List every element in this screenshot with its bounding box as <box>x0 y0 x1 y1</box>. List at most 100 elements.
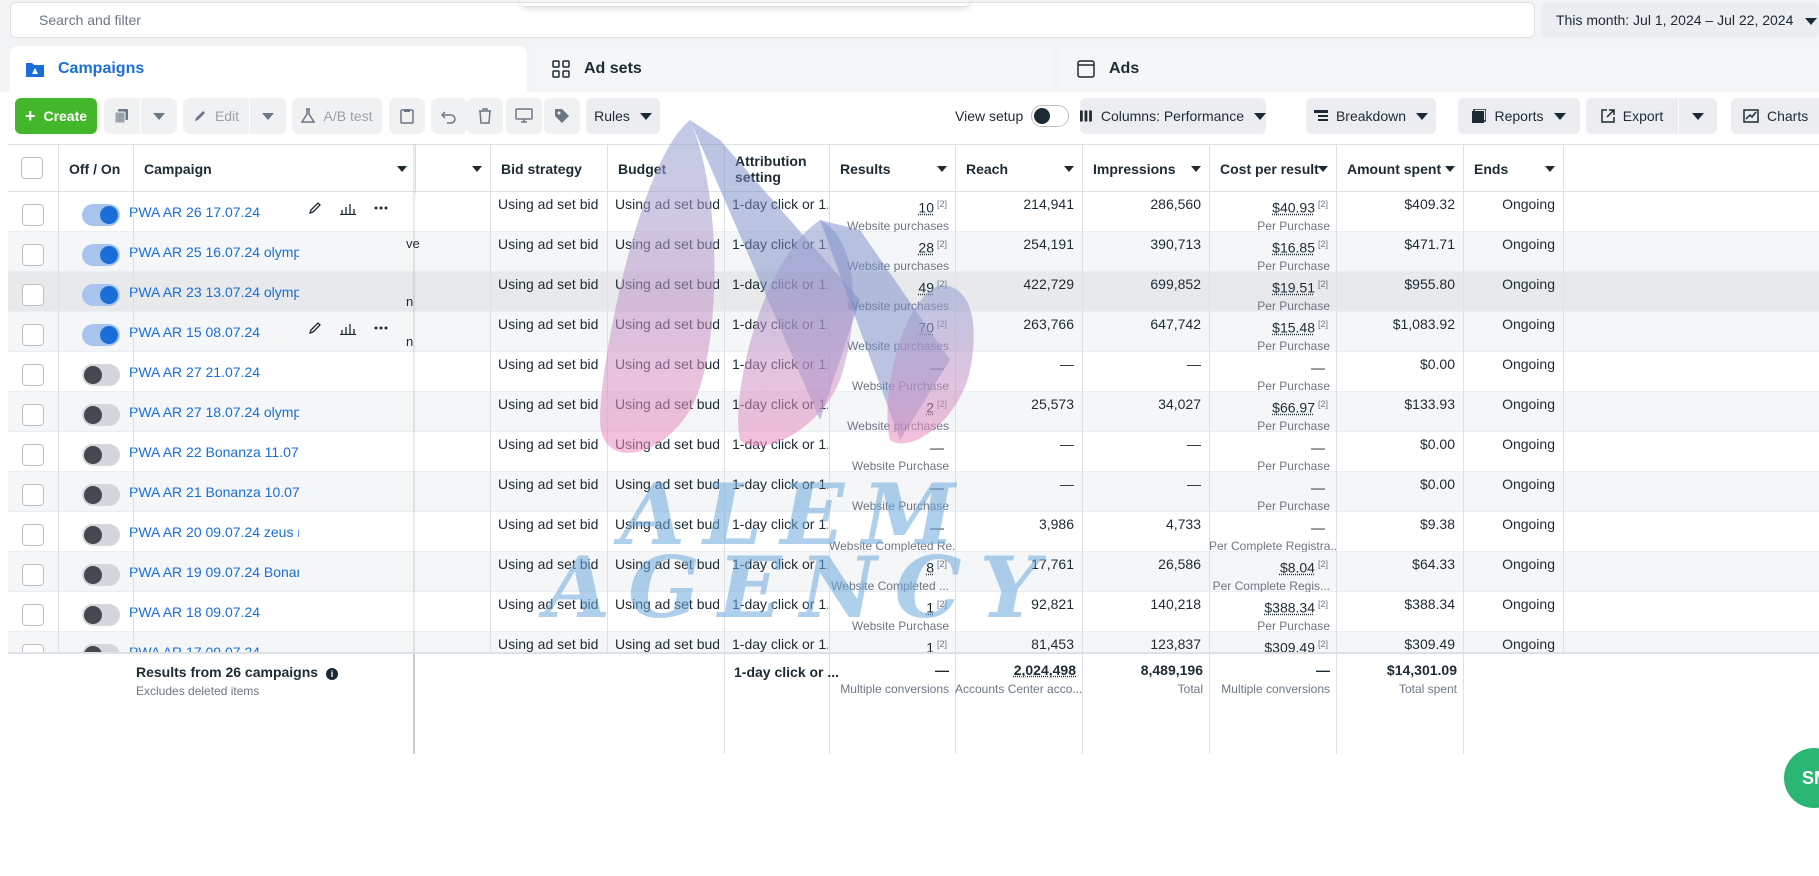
rules-button[interactable]: Rules <box>586 98 660 134</box>
row-checkbox[interactable] <box>22 484 44 506</box>
campaign-name-link[interactable]: PWA AR 22 Bonanza 11.07.24 <box>129 432 299 472</box>
charts-button[interactable]: Charts <box>1731 98 1819 134</box>
header-results[interactable]: Results <box>829 145 955 193</box>
more-icon[interactable] <box>374 201 388 215</box>
header-attribution[interactable]: Attribution setting <box>724 145 829 193</box>
bar-chart-icon[interactable] <box>340 201 356 215</box>
table-row[interactable]: PWA AR 21 Bonanza 10.07.24Using ad set b… <box>8 472 1819 512</box>
campaign-name-link[interactable]: PWA AR 20 09.07.24 zeus reg <box>129 512 299 552</box>
campaign-name-link[interactable]: PWA AR 21 Bonanza 10.07.24 <box>129 472 299 512</box>
campaign-toggle[interactable] <box>82 404 120 426</box>
table-row[interactable]: PWA AR 15 08.07.24nUsing ad set bid ...U… <box>8 312 1819 352</box>
results-number[interactable]: — <box>930 480 944 496</box>
row-checkbox[interactable] <box>22 364 44 386</box>
results-number[interactable]: 70 <box>918 320 934 336</box>
row-checkbox[interactable] <box>22 444 44 466</box>
reports-button[interactable]: Reports <box>1458 98 1580 134</box>
share-button[interactable] <box>506 98 542 134</box>
campaign-toggle[interactable] <box>82 204 120 226</box>
pencil-icon[interactable] <box>308 321 322 335</box>
results-number[interactable]: 1 <box>926 600 934 616</box>
header-hidden-column[interactable] <box>415 145 490 193</box>
campaign-toggle[interactable] <box>82 564 120 586</box>
edit-button[interactable]: Edit <box>183 98 249 134</box>
results-number[interactable]: 28 <box>918 240 934 256</box>
campaign-name-link[interactable]: PWA AR 15 08.07.24 <box>129 312 299 352</box>
clipboard-button[interactable] <box>389 98 425 134</box>
campaign-toggle[interactable] <box>82 444 120 466</box>
campaign-toggle[interactable] <box>82 324 120 346</box>
edit-menu-button[interactable] <box>250 98 286 134</box>
campaign-toggle[interactable] <box>82 244 120 266</box>
table-row[interactable]: PWA AR 27 18.07.24 olymp feedsUsing ad s… <box>8 392 1819 432</box>
results-number[interactable]: — <box>930 520 944 536</box>
results-number[interactable]: 2 <box>926 400 934 416</box>
ab-test-button[interactable]: A/B test <box>292 98 382 134</box>
header-ends[interactable]: Ends <box>1463 145 1563 193</box>
view-setup-toggle[interactable] <box>1031 105 1070 127</box>
campaign-name-link[interactable]: PWA AR 27 21.07.24 <box>129 352 299 392</box>
results-number[interactable]: — <box>930 440 944 456</box>
header-campaign[interactable]: Campaign <box>133 145 415 193</box>
results-number[interactable]: 49 <box>918 280 934 296</box>
header-reach[interactable]: Reach <box>955 145 1082 193</box>
cpr-number[interactable]: $16.85 <box>1272 240 1315 256</box>
row-checkbox[interactable] <box>22 564 44 586</box>
more-icon[interactable] <box>374 321 388 335</box>
table-row[interactable]: PWA AR 18 09.07.24Using ad set bid ...Us… <box>8 592 1819 632</box>
table-row[interactable]: PWA AR 22 Bonanza 11.07.24Using ad set b… <box>8 432 1819 472</box>
table-row[interactable]: PWA AR 20 09.07.24 zeus reg Using ad set … <box>8 512 1819 552</box>
row-checkbox[interactable] <box>22 604 44 626</box>
campaign-toggle[interactable] <box>82 604 120 626</box>
cpr-number[interactable]: $40.93 <box>1272 200 1315 216</box>
search-input[interactable]: Search and filter <box>10 2 1535 38</box>
row-checkbox[interactable] <box>22 324 44 346</box>
undo-button[interactable] <box>431 98 467 134</box>
campaign-toggle[interactable] <box>82 524 120 546</box>
results-number[interactable]: 10 <box>918 200 934 216</box>
campaign-toggle[interactable] <box>82 364 120 386</box>
row-checkbox[interactable] <box>22 284 44 306</box>
campaign-name-link[interactable]: PWA AR 26 17.07.24 <box>129 192 299 232</box>
row-checkbox[interactable] <box>22 244 44 266</box>
tab-ads[interactable]: Ads <box>1061 46 1819 92</box>
table-row[interactable]: PWA AR 27 21.07.24Using ad set bid ...Us… <box>8 352 1819 392</box>
cpr-number[interactable]: $388.34 <box>1264 600 1315 616</box>
cpr-number[interactable]: $66.97 <box>1272 400 1315 416</box>
cpr-number[interactable]: — <box>1311 440 1325 456</box>
create-button[interactable]: + Create <box>15 98 97 134</box>
tab-campaigns[interactable]: Campaigns <box>10 46 527 92</box>
bar-chart-icon[interactable] <box>340 321 356 335</box>
table-row[interactable]: PWA AR 25 16.07.24 olymp sp wfveUsing ad… <box>8 232 1819 272</box>
header-cost-per-result[interactable]: Cost per result <box>1209 145 1336 193</box>
header-budget[interactable]: Budget <box>607 145 724 193</box>
duplicate-menu-button[interactable] <box>141 98 177 134</box>
row-checkbox[interactable] <box>22 204 44 226</box>
cpr-number[interactable]: $15.48 <box>1272 320 1315 336</box>
campaign-name-link[interactable]: PWA AR 27 18.07.24 olymp feeds <box>129 392 299 432</box>
table-row[interactable]: PWA AR 26 17.07.24Using ad set bid ...Us… <box>8 192 1819 232</box>
cpr-number[interactable]: — <box>1311 520 1325 536</box>
pencil-icon[interactable] <box>308 201 322 215</box>
campaign-toggle[interactable] <box>82 484 120 506</box>
duplicate-button[interactable] <box>104 98 140 134</box>
select-all-checkbox[interactable] <box>21 157 43 179</box>
cpr-number[interactable]: $19.51 <box>1272 280 1315 296</box>
campaign-name-link[interactable]: PWA AR 19 09.07.24 Bonanza reg <box>129 552 299 592</box>
cpr-number[interactable]: — <box>1311 480 1325 496</box>
header-bid-strategy[interactable]: Bid strategy <box>490 145 607 193</box>
delete-button[interactable] <box>467 98 503 134</box>
columns-button[interactable]: Columns: Performance <box>1080 98 1266 134</box>
view-setup[interactable]: View setup <box>955 98 1070 134</box>
tab-ad-sets[interactable]: Ad sets <box>536 46 1052 92</box>
campaign-name-link[interactable]: PWA AR 23 13.07.24 olymp wifi sp <box>129 272 299 312</box>
header-impressions[interactable]: Impressions <box>1082 145 1209 193</box>
tag-button[interactable] <box>544 98 580 134</box>
row-checkbox[interactable] <box>22 404 44 426</box>
row-checkbox[interactable] <box>22 524 44 546</box>
results-number[interactable]: 8 <box>926 560 934 576</box>
campaign-name-link[interactable]: PWA AR 18 09.07.24 <box>129 592 299 632</box>
table-row[interactable]: PWA AR 23 13.07.24 olymp wifi spnUsing a… <box>8 272 1819 312</box>
cpr-number[interactable]: $8.04 <box>1280 560 1315 576</box>
header-off-on[interactable]: Off / On <box>58 145 133 193</box>
